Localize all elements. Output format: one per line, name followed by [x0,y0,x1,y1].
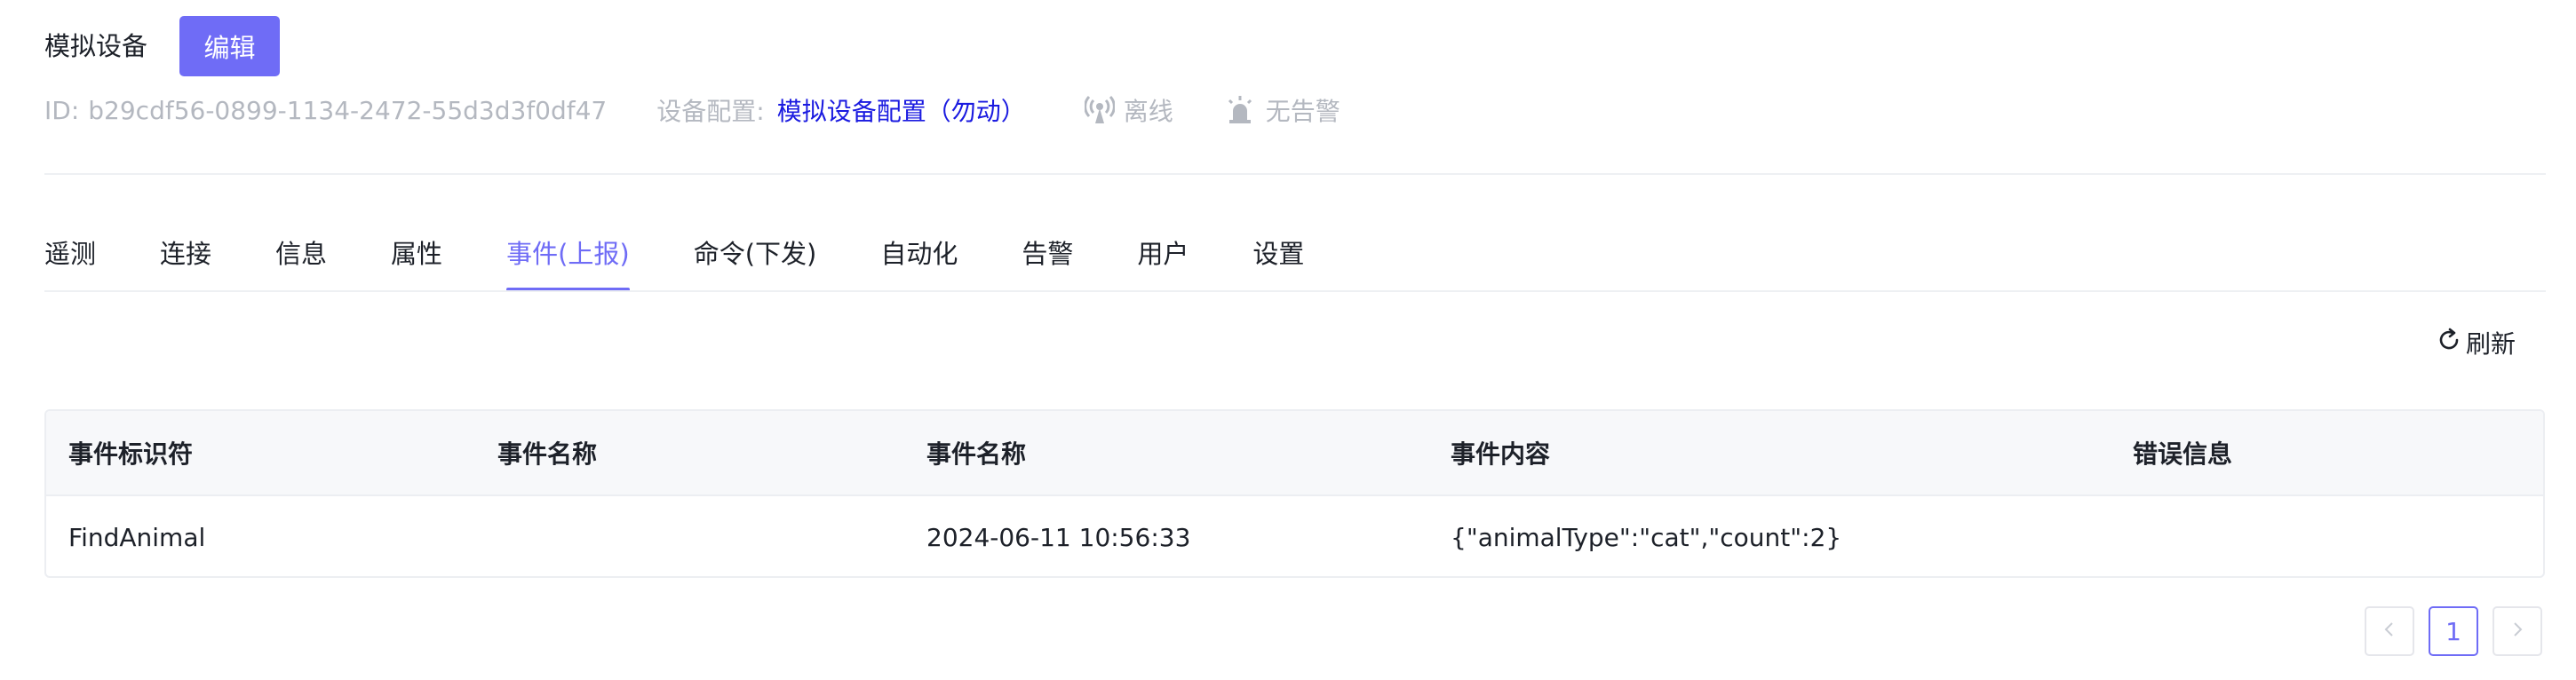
tabs-divider [44,290,2546,292]
tab-info[interactable]: 信息 [275,233,327,291]
signal-icon [1084,95,1115,125]
table-header: 事件标识符 事件名称 事件名称 事件内容 错误信息 [46,411,2543,496]
column-header-event-time: 事件名称 [926,439,1027,469]
tab-telemetry[interactable]: 遥测 [44,233,96,291]
chevron-right-icon [2508,620,2527,643]
cell-event-id: FindAnimal [68,522,206,552]
refresh-icon [2436,327,2462,360]
alarm-light-icon [1225,95,1255,125]
config-link[interactable]: 模拟设备配置（勿动） [777,92,1026,128]
next-page-button[interactable] [2493,606,2542,656]
tab-events[interactable]: 事件(上报) [506,233,630,291]
edit-button[interactable]: 编辑 [179,16,280,76]
config-label: 设备配置: [656,97,765,126]
tab-bar: 遥测 连接 信息 属性 事件(上报) 命令(下发) 自动化 告警 用户 设置 [44,233,1304,291]
tab-users[interactable]: 用户 [1137,233,1189,291]
column-header-event-name: 事件名称 [497,439,598,469]
online-status-label: 离线 [1123,97,1173,126]
cell-event-content: {"animalType":"cat","count":2} [1451,522,1842,552]
tab-connection[interactable]: 连接 [160,233,211,291]
header-divider [44,173,2546,175]
chevron-left-icon [2380,620,2399,643]
refresh-label: 刷新 [2466,329,2516,359]
device-name: 模拟设备 [44,31,148,61]
cell-event-time: 2024-06-11 10:56:33 [926,522,1191,552]
table-row: FindAnimal 2024-06-11 10:56:33 {"animalT… [46,496,2543,576]
alarm-status: 无告警 [1225,92,1340,128]
column-header-event-id: 事件标识符 [68,439,194,469]
tab-automation[interactable]: 自动化 [880,233,958,291]
tab-commands[interactable]: 命令(下发) [694,233,817,291]
alarm-status-label: 无告警 [1265,97,1340,126]
prev-page-button[interactable] [2365,606,2414,656]
id-label: ID: [44,95,80,125]
refresh-button[interactable]: 刷新 [2436,325,2516,360]
column-header-error-info: 错误信息 [2133,439,2233,469]
events-table: 事件标识符 事件名称 事件名称 事件内容 错误信息 FindAnimal 202… [44,409,2545,578]
device-id: b29cdf56-0899-1134-2472-55d3d3f0df47 [88,95,608,125]
online-status: 离线 [1084,92,1173,128]
page-button-current[interactable]: 1 [2429,606,2478,656]
tab-alarms[interactable]: 告警 [1022,233,1073,291]
column-header-event-content: 事件内容 [1451,439,1551,469]
tab-settings[interactable]: 设置 [1252,233,1304,291]
tab-attributes[interactable]: 属性 [391,233,442,291]
device-detail-page: 模拟设备 编辑 ID: b29cdf56-0899-1134-2472-55d3… [0,0,2576,680]
device-meta-row: ID: b29cdf56-0899-1134-2472-55d3d3f0df47… [44,92,1340,128]
